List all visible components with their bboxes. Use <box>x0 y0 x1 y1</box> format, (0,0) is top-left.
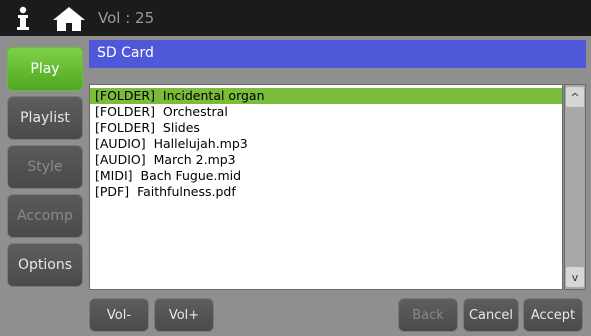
sidebar-item-label: Playlist <box>20 110 70 126</box>
file-name: Orchestral <box>162 104 228 119</box>
file-type: [FOLDER] <box>95 88 155 103</box>
button-label: Vol+ <box>168 307 200 323</box>
scroll-down-button[interactable]: v <box>566 267 584 287</box>
top-bar: Vol : 25 <box>0 0 591 36</box>
list-scrollbar[interactable]: ^ v <box>564 84 586 290</box>
list-item[interactable]: [AUDIO] March 2.mp3 <box>95 152 236 168</box>
volume-down-button[interactable]: Vol- <box>89 298 149 332</box>
list-item[interactable]: [FOLDER] Orchestral <box>95 104 228 120</box>
file-name: Bach Fugue.mid <box>140 168 242 183</box>
volume-up-button[interactable]: Vol+ <box>154 298 214 332</box>
sidebar-item-accomp[interactable]: Accomp <box>7 194 83 238</box>
list-item-selected[interactable]: [FOLDER] Incidental organ <box>90 88 562 104</box>
scroll-up-icon: ^ <box>570 90 580 104</box>
file-list[interactable]: [FOLDER] Incidental organ [FOLDER] Orche… <box>89 84 563 290</box>
sidebar-item-label: Accomp <box>17 208 73 224</box>
home-icon[interactable] <box>52 6 86 32</box>
accept-button[interactable]: Accept <box>523 298 583 332</box>
volume-readout: Vol : 25 <box>98 9 155 27</box>
file-type: [AUDIO] <box>95 152 146 167</box>
location-title: SD Card <box>97 45 154 61</box>
button-label: Back <box>412 307 444 323</box>
sidebar-item-options[interactable]: Options <box>7 243 83 287</box>
file-type: [FOLDER] <box>95 104 155 119</box>
file-name: Incidental organ <box>162 88 265 103</box>
file-name: Hallelujah.mp3 <box>153 136 248 151</box>
sidebar-item-label: Options <box>17 257 73 273</box>
list-item[interactable]: [PDF] Faithfulness.pdf <box>95 184 236 200</box>
info-icon[interactable] <box>10 6 36 32</box>
file-type: [FOLDER] <box>95 120 155 135</box>
file-name: March 2.mp3 <box>153 152 236 167</box>
sidebar-item-label: Style <box>27 159 63 175</box>
file-name: Faithfulness.pdf <box>137 184 236 199</box>
sidebar-item-play[interactable]: Play <box>7 47 83 91</box>
scroll-up-button[interactable]: ^ <box>566 87 584 107</box>
file-name: Slides <box>162 120 200 135</box>
sidebar-item-label: Play <box>30 61 60 77</box>
button-label: Vol- <box>106 307 132 323</box>
sidebar-item-style[interactable]: Style <box>7 145 83 189</box>
cancel-button[interactable]: Cancel <box>463 298 519 332</box>
list-item[interactable]: [MIDI] Bach Fugue.mid <box>95 168 241 184</box>
sidebar-item-playlist[interactable]: Playlist <box>7 96 83 140</box>
back-button[interactable]: Back <box>398 298 458 332</box>
list-item[interactable]: [AUDIO] Hallelujah.mp3 <box>95 136 248 152</box>
scroll-down-icon: v <box>571 270 579 284</box>
button-label: Cancel <box>468 307 514 323</box>
file-type: [AUDIO] <box>95 136 146 151</box>
button-label: Accept <box>530 307 576 323</box>
list-item[interactable]: [FOLDER] Slides <box>95 120 200 136</box>
file-type: [MIDI] <box>95 168 133 183</box>
location-header: SD Card <box>89 40 586 68</box>
file-type: [PDF] <box>95 184 130 199</box>
